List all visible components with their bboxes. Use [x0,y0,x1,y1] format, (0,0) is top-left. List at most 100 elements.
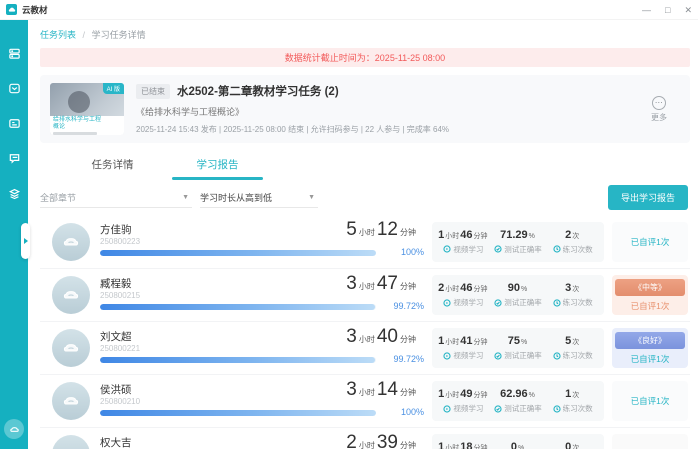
progress-percent: 100% [401,407,424,417]
breadcrumb: 任务列表 / 学习任务详情 [40,20,690,41]
total-study-time: 5小时12分钟 [346,219,418,241]
check-circle-icon [494,405,502,413]
student-id: 250800221 [100,344,140,353]
total-study-time: 3小时14分钟 [346,379,418,401]
clock-icon [553,299,561,307]
deadline-notice-banner: 数据统计截止时间为：2025-11-25 08:00 [40,48,690,67]
more-icon[interactable]: ⋯ [652,96,666,110]
play-circle-icon [443,299,451,307]
breadcrumb-current: 学习任务详情 [92,30,146,40]
self-assessment-box[interactable]: 《良好》 已自评1次 [612,328,688,368]
clock-icon [553,245,561,253]
tab-learning-report[interactable]: 学习报告 [165,153,270,180]
student-stats-box: 1小时46分钟 视频学习 71.29% 测试正确率 2次 练习次数 [432,222,604,262]
total-study-time: 3小时47分钟 [346,273,418,295]
progress-percent: 99.72% [393,301,424,311]
chapter-select[interactable]: 全部章节 ▼ [40,188,192,208]
inbox-icon[interactable] [7,81,21,95]
grade-badge: 《良好》 [615,332,685,349]
self-assessment-box[interactable]: 已自评1次 [612,381,688,421]
student-avatar [52,329,90,367]
chat-icon[interactable] [7,151,21,165]
grade-badge: 《中等》 [615,279,685,296]
student-id: 250800223 [100,237,140,246]
cover-book-title: 给排水科学与工程概论 [53,117,105,131]
progress-bar [100,357,376,363]
progress-percent: 100% [401,247,424,257]
textbook-cover: AI 版 给排水科学与工程概论 [50,83,124,135]
check-circle-icon [494,352,502,360]
progress-bar [100,410,376,416]
student-avatar [52,382,90,420]
more-button[interactable]: ⋯ 更多 [638,83,680,135]
play-circle-icon [443,352,451,360]
student-id: 250800215 [100,291,140,300]
student-row[interactable]: 侯洪硕 250800210 3小时14分钟 100% 1小时49分钟 视频学习 … [40,374,690,427]
tabs: 任务详情 学习报告 [40,153,690,180]
student-row[interactable]: 刘文超 250800221 3小时40分钟 99.72% 1小时41分钟 视频学… [40,321,690,374]
self-review-label: 已自评1次 [631,353,670,365]
student-id: 250800210 [100,397,140,406]
student-row[interactable]: 权大吉 250800212 2小时39分钟 100% 1小时18分钟 视频学习 … [40,427,690,449]
student-avatar [52,435,90,449]
task-summary-card: AI 版 给排水科学与工程概论 已结束 水2502-第二章教材学习任务 (2) … [40,75,690,143]
student-name: 刘文超 [100,329,132,344]
play-circle-icon [443,245,451,253]
cover-author-line [53,132,97,135]
export-report-button[interactable]: 导出学习报告 [608,185,688,210]
self-assessment-box[interactable]: 暂无自评结果 [612,434,688,449]
student-avatar [52,276,90,314]
sidebar [0,20,28,449]
deadline-notice-text: 数据统计截止时间为：2025-11-25 08:00 [285,51,445,64]
maximize-button[interactable]: □ [665,0,670,20]
student-stats-box: 1小时49分钟 视频学习 62.96% 测试正确率 1次 练习次数 [432,381,604,421]
self-review-label: 已自评1次 [631,300,670,312]
id-card-icon[interactable] [7,116,21,130]
breadcrumb-separator: / [83,30,86,40]
play-circle-icon [443,405,451,413]
self-review-label: 已自评1次 [631,395,670,407]
task-title: 水2502-第二章教材学习任务 (2) [177,83,339,99]
window-titlebar: 云教材 — □ ✕ [0,0,698,20]
minimize-button[interactable]: — [642,0,651,20]
student-row[interactable]: 臧程毅 250800215 3小时47分钟 99.72% 2小时46分钟 视频学… [40,268,690,321]
user-avatar[interactable] [4,419,24,439]
sort-select[interactable]: 学习时长从高到低 ▼ [200,188,318,208]
cover-photo [68,91,90,113]
sidebar-expand-handle[interactable] [21,223,30,259]
breadcrumb-task-list[interactable]: 任务列表 [40,30,76,40]
task-meta: 2025-11-24 15:43 发布 | 2025-11-25 08:00 结… [136,124,638,135]
task-status-badge: 已结束 [136,84,170,99]
student-stats-box: 1小时18分钟 视频学习 0% 测试正确率 0次 练习次数 [432,434,604,449]
layers-icon[interactable] [7,186,21,200]
progress-bar [100,304,376,310]
app-logo-icon [6,4,17,15]
progress-bar [100,250,376,256]
self-assessment-box[interactable]: 已自评1次 [612,222,688,262]
clock-icon [553,352,561,360]
student-name: 侯洪硕 [100,382,132,397]
student-row[interactable]: 方佳驹 250800223 5小时12分钟 100% 1小时46分钟 视频学习 … [40,215,690,268]
student-name: 权大吉 [100,435,132,449]
check-circle-icon [494,245,502,253]
student-name: 方佳驹 [100,222,132,237]
total-study-time: 3小时40分钟 [346,326,418,348]
close-button[interactable]: ✕ [684,0,692,20]
self-assessment-box[interactable]: 《中等》 已自评1次 [612,275,688,315]
student-name: 臧程毅 [100,276,132,291]
clock-icon [553,405,561,413]
self-review-label: 已自评1次 [631,236,670,248]
student-stats-box: 2小时46分钟 视频学习 90% 测试正确率 3次 练习次数 [432,275,604,315]
student-report-list: 方佳驹 250800223 5小时12分钟 100% 1小时46分钟 视频学习 … [40,215,690,449]
task-book-title: 《给排水科学与工程概论》 [136,105,638,118]
student-stats-box: 1小时41分钟 视频学习 75% 测试正确率 5次 练习次数 [432,328,604,368]
chevron-down-icon: ▼ [182,194,192,201]
chevron-down-icon: ▼ [308,194,318,201]
student-avatar [52,223,90,261]
app-title: 云教材 [22,4,48,16]
tab-task-detail[interactable]: 任务详情 [60,153,165,180]
task-stack-icon[interactable] [7,46,21,60]
ai-edition-badge: AI 版 [103,83,124,94]
total-study-time: 2小时39分钟 [346,432,418,449]
progress-percent: 99.72% [393,354,424,364]
